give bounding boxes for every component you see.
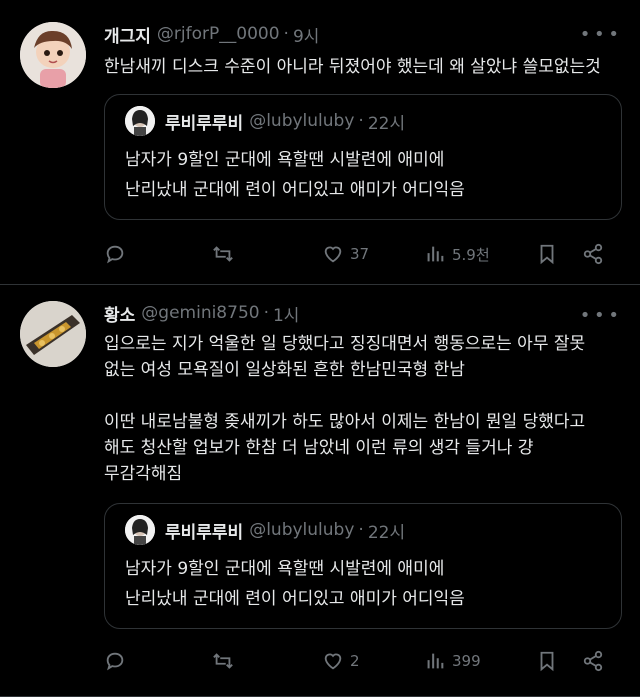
quoted-author-name: 루비루루비 <box>165 522 244 543</box>
quoted-text: 남자가 9할인 군대에 욕할땐 시발련에 애미에 난리났내 군대에 련이 어디있… <box>125 150 465 200</box>
like-button[interactable]: 2 <box>322 650 424 672</box>
retweet-icon <box>213 653 233 669</box>
quoted-tweet[interactable]: 루비루루비 @lubyluluby · 22시 남자가 9할인 군대에 욕할땐 … <box>104 94 622 220</box>
separator-dot: · <box>358 111 364 131</box>
quoted-author-handle: @lubyluluby <box>249 520 355 540</box>
author-name[interactable]: 황소 <box>104 301 135 326</box>
share-icon <box>583 243 603 265</box>
bookmark-button[interactable] <box>536 650 582 672</box>
author-handle[interactable]: @gemini8750 <box>141 303 259 323</box>
more-icon[interactable]: • • • <box>580 305 619 326</box>
retweet-button[interactable] <box>212 243 322 265</box>
tweet-text: 한남새끼 디스크 수준이 아니라 뒤졌어야 했는데 왜 살았냐 쓸모없는것 <box>104 57 601 77</box>
retweet-icon <box>213 246 233 262</box>
quoted-text: 남자가 9할인 군대에 욕할땐 시발련에 애미에 난리났내 군대에 련이 어디있… <box>125 559 465 609</box>
avatar <box>125 106 155 136</box>
action-bar: 2 399 <box>104 637 622 685</box>
quoted-author-handle: @lubyluluby <box>249 111 355 131</box>
tweet[interactable]: • • • 개그지 @rjforP__0000 · 9시 한남새끼 디스크 수준… <box>0 0 640 285</box>
reply-icon <box>106 245 124 264</box>
tweet[interactable]: • • • 황소 @gemini8750 · 1시 입으로는 지가 억울한 일 … <box>0 285 640 697</box>
views-icon <box>427 246 444 262</box>
share-button[interactable] <box>582 650 604 672</box>
retweet-button[interactable] <box>212 650 322 672</box>
like-count: 37 <box>350 245 370 263</box>
bookmark-icon <box>540 244 554 265</box>
reply-icon <box>106 652 124 671</box>
views-count: 399 <box>452 652 481 670</box>
reply-button[interactable] <box>104 243 212 265</box>
like-count: 2 <box>350 652 360 670</box>
bookmark-icon <box>540 651 554 672</box>
timestamp[interactable]: 9시 <box>293 22 319 47</box>
heart-icon <box>324 653 342 670</box>
share-button[interactable] <box>582 243 604 265</box>
author-name[interactable]: 개그지 <box>104 22 151 47</box>
action-bar: 37 5.9천 <box>104 230 622 278</box>
views-button[interactable]: 399 <box>424 650 536 672</box>
separator-dot: · <box>283 24 289 44</box>
views-button[interactable]: 5.9천 <box>424 243 536 265</box>
quoted-timestamp: 22시 <box>367 522 406 543</box>
author-handle[interactable]: @rjforP__0000 <box>157 24 280 44</box>
heart-icon <box>324 246 342 263</box>
views-icon <box>427 653 444 669</box>
tweet-text: 입으로는 지가 억울한 일 당했다고 징징대면서 행동으로는 아무 잘못 없는 … <box>104 334 586 484</box>
timestamp[interactable]: 1시 <box>273 301 299 326</box>
quoted-tweet[interactable]: 루비루루비 @lubyluluby · 22시 남자가 9할인 군대에 욕할땐 … <box>104 503 622 629</box>
quoted-timestamp: 22시 <box>367 113 406 134</box>
more-icon[interactable]: • • • <box>580 24 619 45</box>
bookmark-button[interactable] <box>536 243 582 265</box>
share-icon <box>583 650 603 672</box>
like-button[interactable]: 37 <box>322 243 424 265</box>
separator-dot: · <box>263 303 269 323</box>
avatar <box>125 515 155 545</box>
reply-button[interactable] <box>104 650 212 672</box>
avatar[interactable] <box>20 22 86 88</box>
avatar[interactable] <box>20 301 86 367</box>
separator-dot: · <box>358 520 364 540</box>
views-count: 5.9천 <box>452 245 490 264</box>
quoted-author-name: 루비루루비 <box>165 113 244 134</box>
